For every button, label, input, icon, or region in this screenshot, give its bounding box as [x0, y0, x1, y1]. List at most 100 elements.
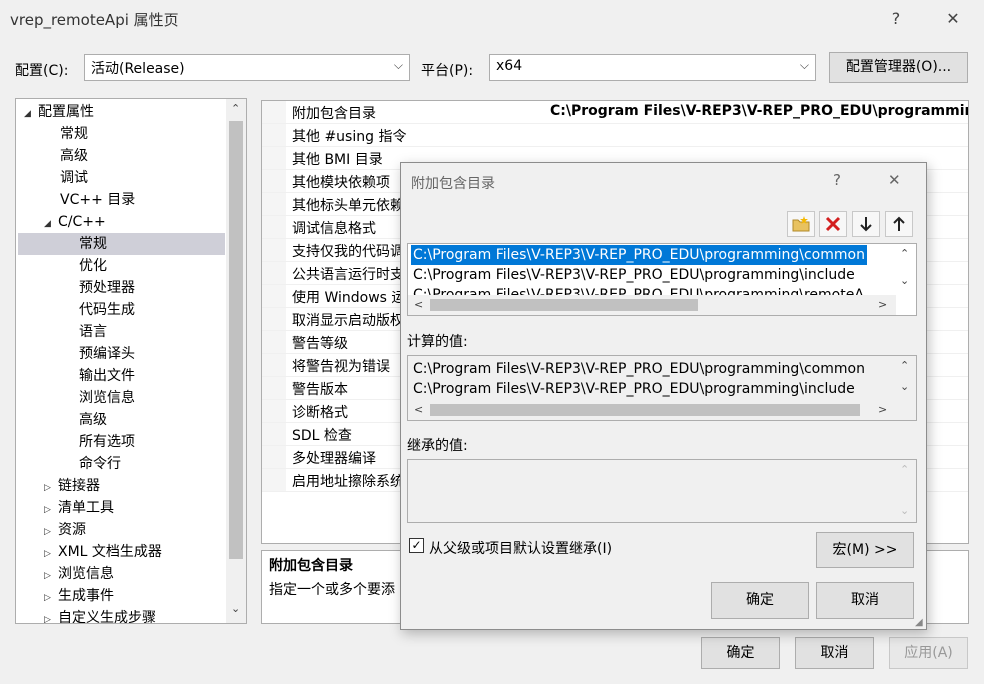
tree-item[interactable]: ▷ 资源 [44, 519, 86, 541]
computed-hscroll[interactable]: < > [408, 400, 896, 420]
tree-item[interactable]: ▷ 清单工具 [44, 497, 114, 519]
property-row[interactable]: 附加包含目录 C:\Program Files\V-REP3\V-REP_PRO_… [262, 101, 968, 124]
tree-item[interactable]: 调试 [60, 167, 88, 189]
tree-item-config-properties[interactable]: ◢ 配置属性 [24, 101, 94, 123]
platform-select-value: x64 [496, 58, 523, 74]
tree-item[interactable]: 高级 [60, 145, 88, 167]
computed-label: 计算的值: [407, 334, 468, 350]
property-row[interactable]: 其他 #using 指令 [262, 124, 968, 147]
description-title: 附加包含目录 [269, 558, 353, 574]
cancel-button[interactable]: 取消 [795, 637, 874, 669]
scroll-up-icon[interactable]: ⌃ [900, 359, 909, 372]
scroll-up-icon[interactable]: ⌃ [231, 102, 240, 115]
scroll-up-icon[interactable]: ⌃ [900, 463, 909, 476]
list-item-selected[interactable]: C:\Program Files\V-REP3\V-REP_PRO_EDU\pr… [411, 245, 867, 265]
inherited-values[interactable]: ⌃ ⌄ [407, 459, 917, 523]
tree-item[interactable]: 所有选项 [79, 431, 135, 453]
scroll-right-icon[interactable]: > [878, 298, 887, 311]
list-item[interactable]: C:\Program Files\V-REP3\V-REP_PRO_EDU\pr… [413, 285, 864, 295]
collapsed-icon: ▷ [44, 505, 51, 515]
collapsed-icon: ▷ [44, 615, 51, 624]
new-folder-icon [792, 216, 810, 232]
close-button[interactable]: ✕ [938, 6, 968, 32]
arrow-down-icon [860, 217, 872, 232]
tree-item[interactable]: 预处理器 [79, 277, 135, 299]
new-folder-button[interactable] [787, 211, 815, 237]
include-dirs-dialog: 附加包含目录 ? ✕ C:\Program Files\V-REP3\V-REP… [400, 162, 927, 630]
scroll-down-icon[interactable]: ⌄ [231, 602, 240, 615]
scroll-down-icon[interactable]: ⌄ [900, 504, 909, 517]
hscroll-thumb[interactable] [430, 404, 860, 416]
move-up-button[interactable] [885, 211, 913, 237]
arrow-up-icon [893, 216, 905, 231]
tree-item-linker[interactable]: ▷ 链接器 [44, 475, 100, 497]
tree-item[interactable]: ▷ 生成事件 [44, 585, 114, 607]
chevron-down-icon: ⌵ [799, 58, 809, 72]
chevron-down-icon: ⌵ [393, 58, 403, 72]
collapsed-icon: ▷ [44, 571, 51, 581]
scroll-down-icon[interactable]: ⌄ [900, 380, 909, 393]
collapsed-icon: ▷ [44, 527, 51, 537]
delete-icon [825, 216, 841, 232]
tree-item-cpp[interactable]: ◢ C/C++ [44, 211, 106, 233]
window-title: vrep_remoteApi 属性页 [10, 11, 179, 29]
tree-item[interactable]: 语言 [79, 321, 107, 343]
config-manager-button[interactable]: 配置管理器(O)... [829, 52, 968, 83]
scroll-left-icon[interactable]: < [414, 403, 423, 416]
list-item[interactable]: C:\Program Files\V-REP3\V-REP_PRO_EDU\pr… [413, 265, 855, 285]
platform-label: 平台(P): [421, 63, 474, 79]
computed-vscroll[interactable]: ⌃ ⌄ [896, 356, 916, 400]
platform-select[interactable]: x64 ⌵ [489, 54, 816, 81]
dialog-cancel-button[interactable]: 取消 [816, 582, 914, 619]
scroll-right-icon[interactable]: > [878, 403, 887, 416]
ok-button[interactable]: 确定 [701, 637, 780, 669]
move-down-button[interactable] [852, 211, 880, 237]
hscroll-thumb[interactable] [430, 299, 698, 311]
scroll-left-icon[interactable]: < [414, 298, 423, 311]
config-label: 配置(C): [15, 63, 69, 79]
include-dirs-list[interactable]: C:\Program Files\V-REP3\V-REP_PRO_EDU\pr… [407, 243, 917, 316]
dialog-help-button[interactable]: ? [833, 171, 841, 189]
tree-scrollbar[interactable]: ⌃ ⌄ [226, 99, 246, 623]
collapsed-icon: ▷ [44, 593, 51, 603]
tree-item[interactable]: 代码生成 [79, 299, 135, 321]
list-item: C:\Program Files\V-REP3\V-REP_PRO_EDU\pr… [413, 361, 865, 377]
dialog-close-button[interactable]: ✕ [888, 171, 901, 189]
tree-item[interactable]: ▷ 浏览信息 [44, 563, 114, 585]
expanded-icon: ◢ [44, 219, 51, 229]
tree-item[interactable]: 浏览信息 [79, 387, 135, 409]
scroll-thumb[interactable] [229, 121, 243, 559]
tree-item[interactable]: 预编译头 [79, 343, 135, 365]
macro-button[interactable]: 宏(M) >> [816, 532, 914, 568]
config-select[interactable]: 活动(Release) ⌵ [84, 54, 410, 81]
tree-item[interactable]: ▷ XML 文档生成器 [44, 541, 162, 563]
apply-button[interactable]: 应用(A) [889, 637, 968, 669]
scroll-up-icon[interactable]: ⌃ [900, 247, 909, 260]
inherit-checkbox[interactable]: ✓ [409, 538, 424, 553]
resize-grip-icon[interactable]: ◢ [915, 617, 923, 628]
list-vscroll[interactable]: ⌃ ⌄ [896, 244, 916, 296]
tree-item-selected[interactable]: 常规 [18, 233, 225, 255]
property-tree[interactable]: ◢ 配置属性 常规 高级 调试 VC++ 目录 ◢ C/C++ 常规 优化 预处理器… [15, 98, 247, 624]
tree-item[interactable]: VC++ 目录 [60, 189, 135, 211]
description-text: 指定一个或多个要添 [269, 582, 395, 598]
collapsed-icon: ▷ [44, 549, 51, 559]
list-hscroll[interactable]: < > [408, 295, 896, 315]
inherited-label: 继承的值: [407, 438, 468, 454]
tree-item[interactable]: ▷ 自定义生成步骤 [44, 607, 156, 624]
tree-item[interactable]: 命令行 [79, 453, 121, 475]
expanded-icon: ◢ [24, 109, 31, 119]
delete-button[interactable] [819, 211, 847, 237]
tree-item[interactable]: 高级 [79, 409, 107, 431]
dialog-title: 附加包含目录 [411, 176, 495, 192]
scroll-down-icon[interactable]: ⌄ [900, 274, 909, 287]
dialog-ok-button[interactable]: 确定 [711, 582, 809, 619]
computed-values[interactable]: C:\Program Files\V-REP3\V-REP_PRO_EDU\pr… [407, 355, 917, 421]
config-select-value: 活动(Release) [91, 61, 185, 77]
list-item: C:\Program Files\V-REP3\V-REP_PRO_EDU\pr… [413, 381, 855, 397]
inherit-checkbox-label[interactable]: 从父级或项目默认设置继承(I) [429, 538, 612, 558]
tree-item[interactable]: 优化 [79, 255, 107, 277]
tree-item[interactable]: 常规 [60, 123, 88, 145]
tree-item[interactable]: 输出文件 [79, 365, 135, 387]
help-button[interactable]: ? [881, 6, 911, 32]
